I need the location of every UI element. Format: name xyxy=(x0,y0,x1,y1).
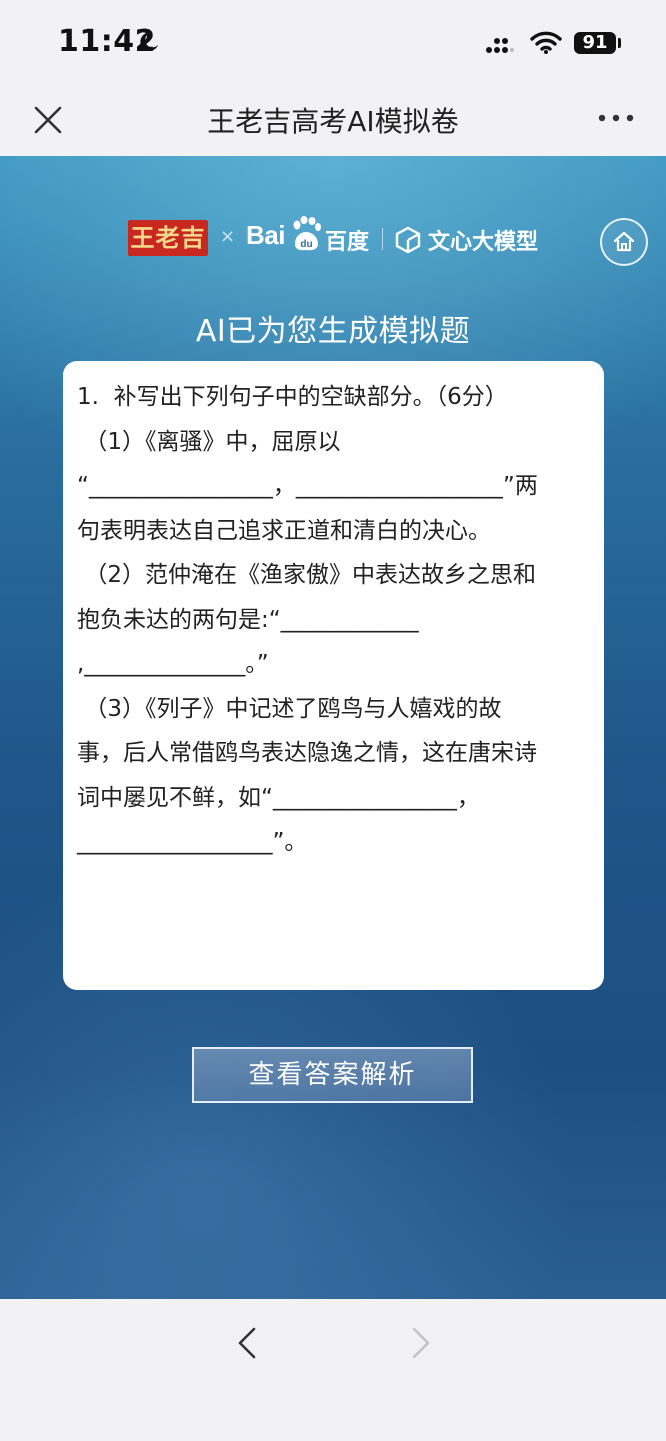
nav-bar: 王老吉高考AI模拟卷 xyxy=(0,80,666,156)
battery-cap xyxy=(618,38,621,48)
main-content: 王老吉 × Bai du 百度 文心大模型 AI已为您生成模拟题 1. 补写出下… xyxy=(0,156,666,1299)
more-icon[interactable] xyxy=(596,110,636,126)
baidu-logo-text: Bai xyxy=(246,220,285,250)
ernie-cube-icon xyxy=(395,226,421,254)
generated-heading: AI已为您生成模拟题 xyxy=(195,314,471,349)
baidu-paw-icon: du xyxy=(293,216,321,251)
home-button[interactable] xyxy=(600,218,648,266)
question-text: 1. 补写出下列句子中的空缺部分。（6分） （1）《离骚》中，屈原以 “____… xyxy=(77,384,538,855)
moon-icon xyxy=(140,32,159,51)
home-icon xyxy=(613,231,635,252)
baidu-cn-text: 百度 xyxy=(325,230,370,255)
brand-divider xyxy=(382,228,383,250)
wifi-icon xyxy=(530,31,562,54)
view-answer-button[interactable]: 查看答案解析 xyxy=(192,1047,473,1103)
brand-separator-x: × xyxy=(220,226,236,247)
svg-text:du: du xyxy=(300,239,312,250)
wanglaoji-logo: 王老吉 xyxy=(128,220,208,256)
brand-row: 王老吉 × Bai du 百度 文心大模型 xyxy=(0,216,666,266)
chevron-left-icon[interactable] xyxy=(234,1325,260,1361)
question-card: 1. 补写出下列句子中的空缺部分。（6分） （1）《离骚》中，屈原以 “____… xyxy=(63,361,604,990)
status-bar: 11:42 91 xyxy=(0,0,666,80)
battery-indicator: 91 xyxy=(574,32,616,54)
chevron-right-icon[interactable] xyxy=(408,1325,434,1361)
ernie-model-text: 文心大模型 xyxy=(428,230,539,255)
page-title: 王老吉高考AI模拟卷 xyxy=(207,105,459,138)
bottom-toolbar xyxy=(0,1299,666,1441)
signal-icon xyxy=(486,38,514,53)
